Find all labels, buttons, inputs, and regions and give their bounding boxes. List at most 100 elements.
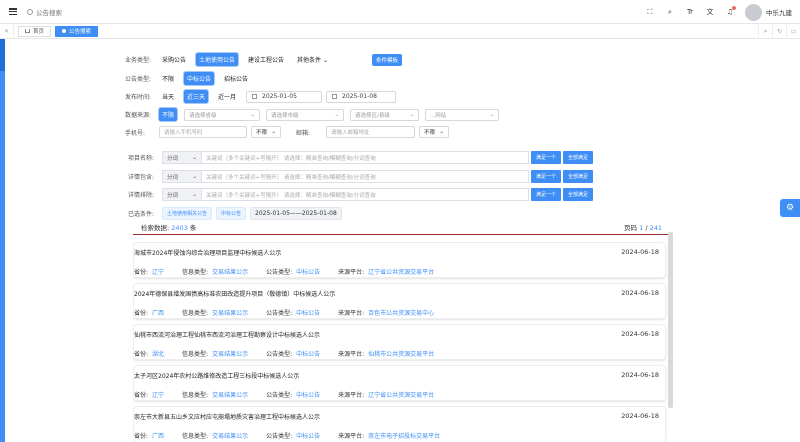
business-type-label: 业务类型:	[125, 57, 152, 64]
province-label: 省份:	[134, 392, 149, 399]
province-label: 省份:	[134, 269, 149, 276]
search-icon[interactable]: ⌕	[665, 7, 675, 17]
result-card[interactable]: 2024年德保县增发国债高标准农田改造提升项目（敬德镇）中标候选人公示 2024-…	[133, 283, 666, 319]
result-title[interactable]: 崇左市大新县五山乡文应村应屯崩塌地质灾害治理工程中标候选人公示	[134, 412, 320, 421]
notice-type-value: 中标公告	[296, 351, 321, 358]
notice-type-value: 中标公告	[296, 433, 321, 440]
detail-include-label: 详情包含:	[128, 174, 155, 181]
user-name[interactable]: 中乐九建	[766, 7, 792, 17]
result-count-bar: 检索数据: 2403 条 页码 1 / 241	[133, 223, 670, 235]
menu-toggle-icon[interactable]	[9, 8, 17, 15]
notice-type-label: 公告类型:	[266, 269, 293, 276]
detail-exclude-match-all-button[interactable]: 全部满足	[563, 188, 594, 201]
result-date: 2024-06-18	[621, 289, 659, 297]
tab-bar: « 首页 公告搜索 » ↻ ▭	[0, 23, 800, 39]
site-select[interactable]: ...网站 ⌄	[425, 108, 500, 121]
email-input[interactable]: 请输入邮箱地址	[326, 126, 415, 138]
province-label: 省份:	[134, 351, 149, 358]
phone-input[interactable]: 请输入手机号码	[159, 126, 247, 138]
active-dot-icon	[62, 29, 67, 33]
tab-notice-search[interactable]: 公告搜索	[55, 25, 99, 37]
detail-exclude-mode-select[interactable]: 分词 ⌄	[162, 188, 202, 201]
notice-type-label: 公告类型:	[266, 310, 293, 317]
detail-exclude-input[interactable]: 关键词（多个关键词+号隔开） 请选择：精准查询/模糊查询/分词查询	[202, 188, 529, 201]
option-land-use[interactable]: 土地使用公告	[196, 53, 239, 66]
info-type-label: 信息类型:	[182, 269, 209, 276]
page-label: 页码	[624, 224, 638, 232]
result-title[interactable]: 海城市2024年侵蚀沟综合治理项目监理中标候选人公示	[134, 248, 281, 257]
tab-scroll-left-icon[interactable]: «	[0, 23, 14, 39]
city-select[interactable]: 请选择市级 ⌄	[266, 108, 345, 121]
selected-chip-date-range[interactable]: 2025-01-05——2025-01-08	[250, 207, 342, 220]
chevron-down-icon: ⌄	[192, 173, 197, 180]
province-label: 省份:	[134, 433, 149, 440]
option-award-notice[interactable]: 中标公告	[184, 72, 215, 85]
option-today[interactable]: 当天	[159, 90, 177, 103]
page-total: 241	[649, 224, 662, 232]
fullscreen-icon[interactable]: ⛶	[645, 7, 655, 17]
option-source-any[interactable]: 不限	[159, 108, 178, 121]
breadcrumb: 公告搜索	[27, 7, 62, 17]
detail-include-match-all-button[interactable]: 全部满足	[563, 170, 594, 183]
contact-row: 手机号: 请输入手机号码 不限 ⌄ 邮箱: 请输入邮箱地址 不限 ⌄	[125, 126, 449, 138]
tab-menu-icon[interactable]: ▭	[786, 24, 800, 39]
detail-include-input[interactable]: 关键词（多个关键词+号隔开） 请选择：精准查询/模糊查询/分词查询	[202, 170, 529, 183]
project-name-match-all-button[interactable]: 全部满足	[563, 151, 594, 164]
detail-include-match-any-button[interactable]: 满足一个	[531, 170, 562, 183]
breadcrumb-label: 公告搜索	[36, 8, 62, 17]
province-select[interactable]: 请选择省级 ⌄	[184, 108, 261, 121]
start-date-input[interactable]: 2025-01-05	[246, 90, 323, 103]
settings-gear-icon[interactable]: ⚙	[780, 199, 800, 217]
detail-exclude-match-any-button[interactable]: 满足一个	[531, 188, 562, 201]
bell-icon[interactable]: ♫	[725, 6, 736, 17]
publish-time-label: 发布时间:	[125, 94, 152, 101]
keyword-row-detail-include: 详情包含: 分词 ⌄ 关键词（多个关键词+号隔开） 请选择：精准查询/模糊查询/分…	[128, 170, 594, 183]
option-notice-any[interactable]: 不限	[159, 72, 177, 85]
notice-type-label: 公告类型:	[266, 392, 293, 399]
option-last-three-days[interactable]: 近三天	[184, 90, 209, 103]
option-tender-notice[interactable]: 招标公告	[221, 72, 251, 85]
source-value[interactable]: 百色市公共资源交易中心	[368, 308, 434, 317]
option-construction[interactable]: 建设工程公告	[245, 53, 287, 66]
tab-scroll-right-icon[interactable]: »	[758, 24, 772, 39]
source-label: 来源平台:	[338, 433, 365, 440]
result-date: 2024-06-18	[621, 371, 659, 379]
email-mode-select[interactable]: 不限 ⌄	[419, 126, 449, 138]
selected-chip-land-use[interactable]: 土地使用相关公告	[162, 207, 213, 220]
result-title[interactable]: 仙桃市西流河治理工程仙桃市西流河治理工程勘察设计中标候选人公示	[134, 330, 320, 339]
avatar[interactable]	[745, 3, 762, 21]
source-value[interactable]: 仙桃市公共资源交易平台	[368, 349, 434, 358]
result-date: 2024-06-18	[621, 412, 659, 420]
result-card[interactable]: 海城市2024年侵蚀沟综合治理项目监理中标候选人公示 2024-06-18 省份: 辽…	[133, 242, 666, 278]
tab-home[interactable]: 首页	[18, 25, 52, 37]
top-bar: 公告搜索 ⛶ ⌕ Tr 文 ♫ 中乐九建	[0, 0, 800, 24]
source-value[interactable]: 辽宁省公共资源交易平台	[368, 267, 434, 276]
chevron-down-icon: ⌄	[192, 191, 197, 198]
option-procurement[interactable]: 采购公告	[159, 53, 189, 66]
result-meta: 省份: 辽宁 信息类型: 交易结果公示 公告类型: 中标公告 来源平台: 辽宁省公共资源交易平…	[134, 390, 452, 399]
result-card[interactable]: 崇左市大新县五山乡文应村应屯崩塌地质灾害治理工程中标候选人公示 2024-06-1…	[133, 406, 666, 441]
result-card[interactable]: 仙桃市西流河治理工程仙桃市西流河治理工程勘察设计中标候选人公示 2024-06-1…	[133, 324, 666, 360]
end-date-input[interactable]: 2025-01-08	[326, 90, 397, 103]
result-title[interactable]: 2024年德保县增发国债高标准农田改造提升项目（敬德镇）中标候选人公示	[134, 289, 335, 298]
project-name-input[interactable]: 关键词（多个关键词+号隔开） 请选择：精准查询/模糊查询/分词查询	[202, 151, 529, 164]
source-value[interactable]: 崇左市电子招投标交易平台	[368, 431, 440, 440]
email-label: 邮箱:	[296, 129, 311, 137]
result-card[interactable]: 太子河区2024年农村公路维修改造工程三标段中标候选人公示 2024-06-18 省…	[133, 365, 666, 401]
option-other-conditions[interactable]: 其他条件 ⌄	[294, 53, 331, 66]
result-list-scrollbar[interactable]	[668, 232, 673, 408]
condition-template-button[interactable]: 条件模板	[372, 53, 403, 66]
option-last-month[interactable]: 近一月	[215, 90, 239, 103]
source-value[interactable]: 辽宁省公共资源交易平台	[368, 390, 434, 399]
phone-mode-value: 不限	[256, 130, 268, 136]
phone-mode-select[interactable]: 不限 ⌄	[251, 126, 281, 138]
project-name-match-any-button[interactable]: 满足一个	[531, 151, 562, 164]
font-size-icon[interactable]: Tr	[685, 7, 695, 17]
translate-icon[interactable]: 文	[705, 7, 715, 17]
selected-chip-award[interactable]: 中标公告	[216, 207, 247, 220]
project-name-mode-select[interactable]: 分词 ⌄	[162, 151, 202, 164]
result-title[interactable]: 太子河区2024年农村公路维修改造工程三标段中标候选人公示	[134, 371, 299, 380]
refresh-icon[interactable]: ↻	[772, 24, 786, 39]
district-select[interactable]: 请选择区/县级 ⌄	[350, 108, 420, 121]
detail-include-mode-select[interactable]: 分词 ⌄	[162, 170, 202, 183]
